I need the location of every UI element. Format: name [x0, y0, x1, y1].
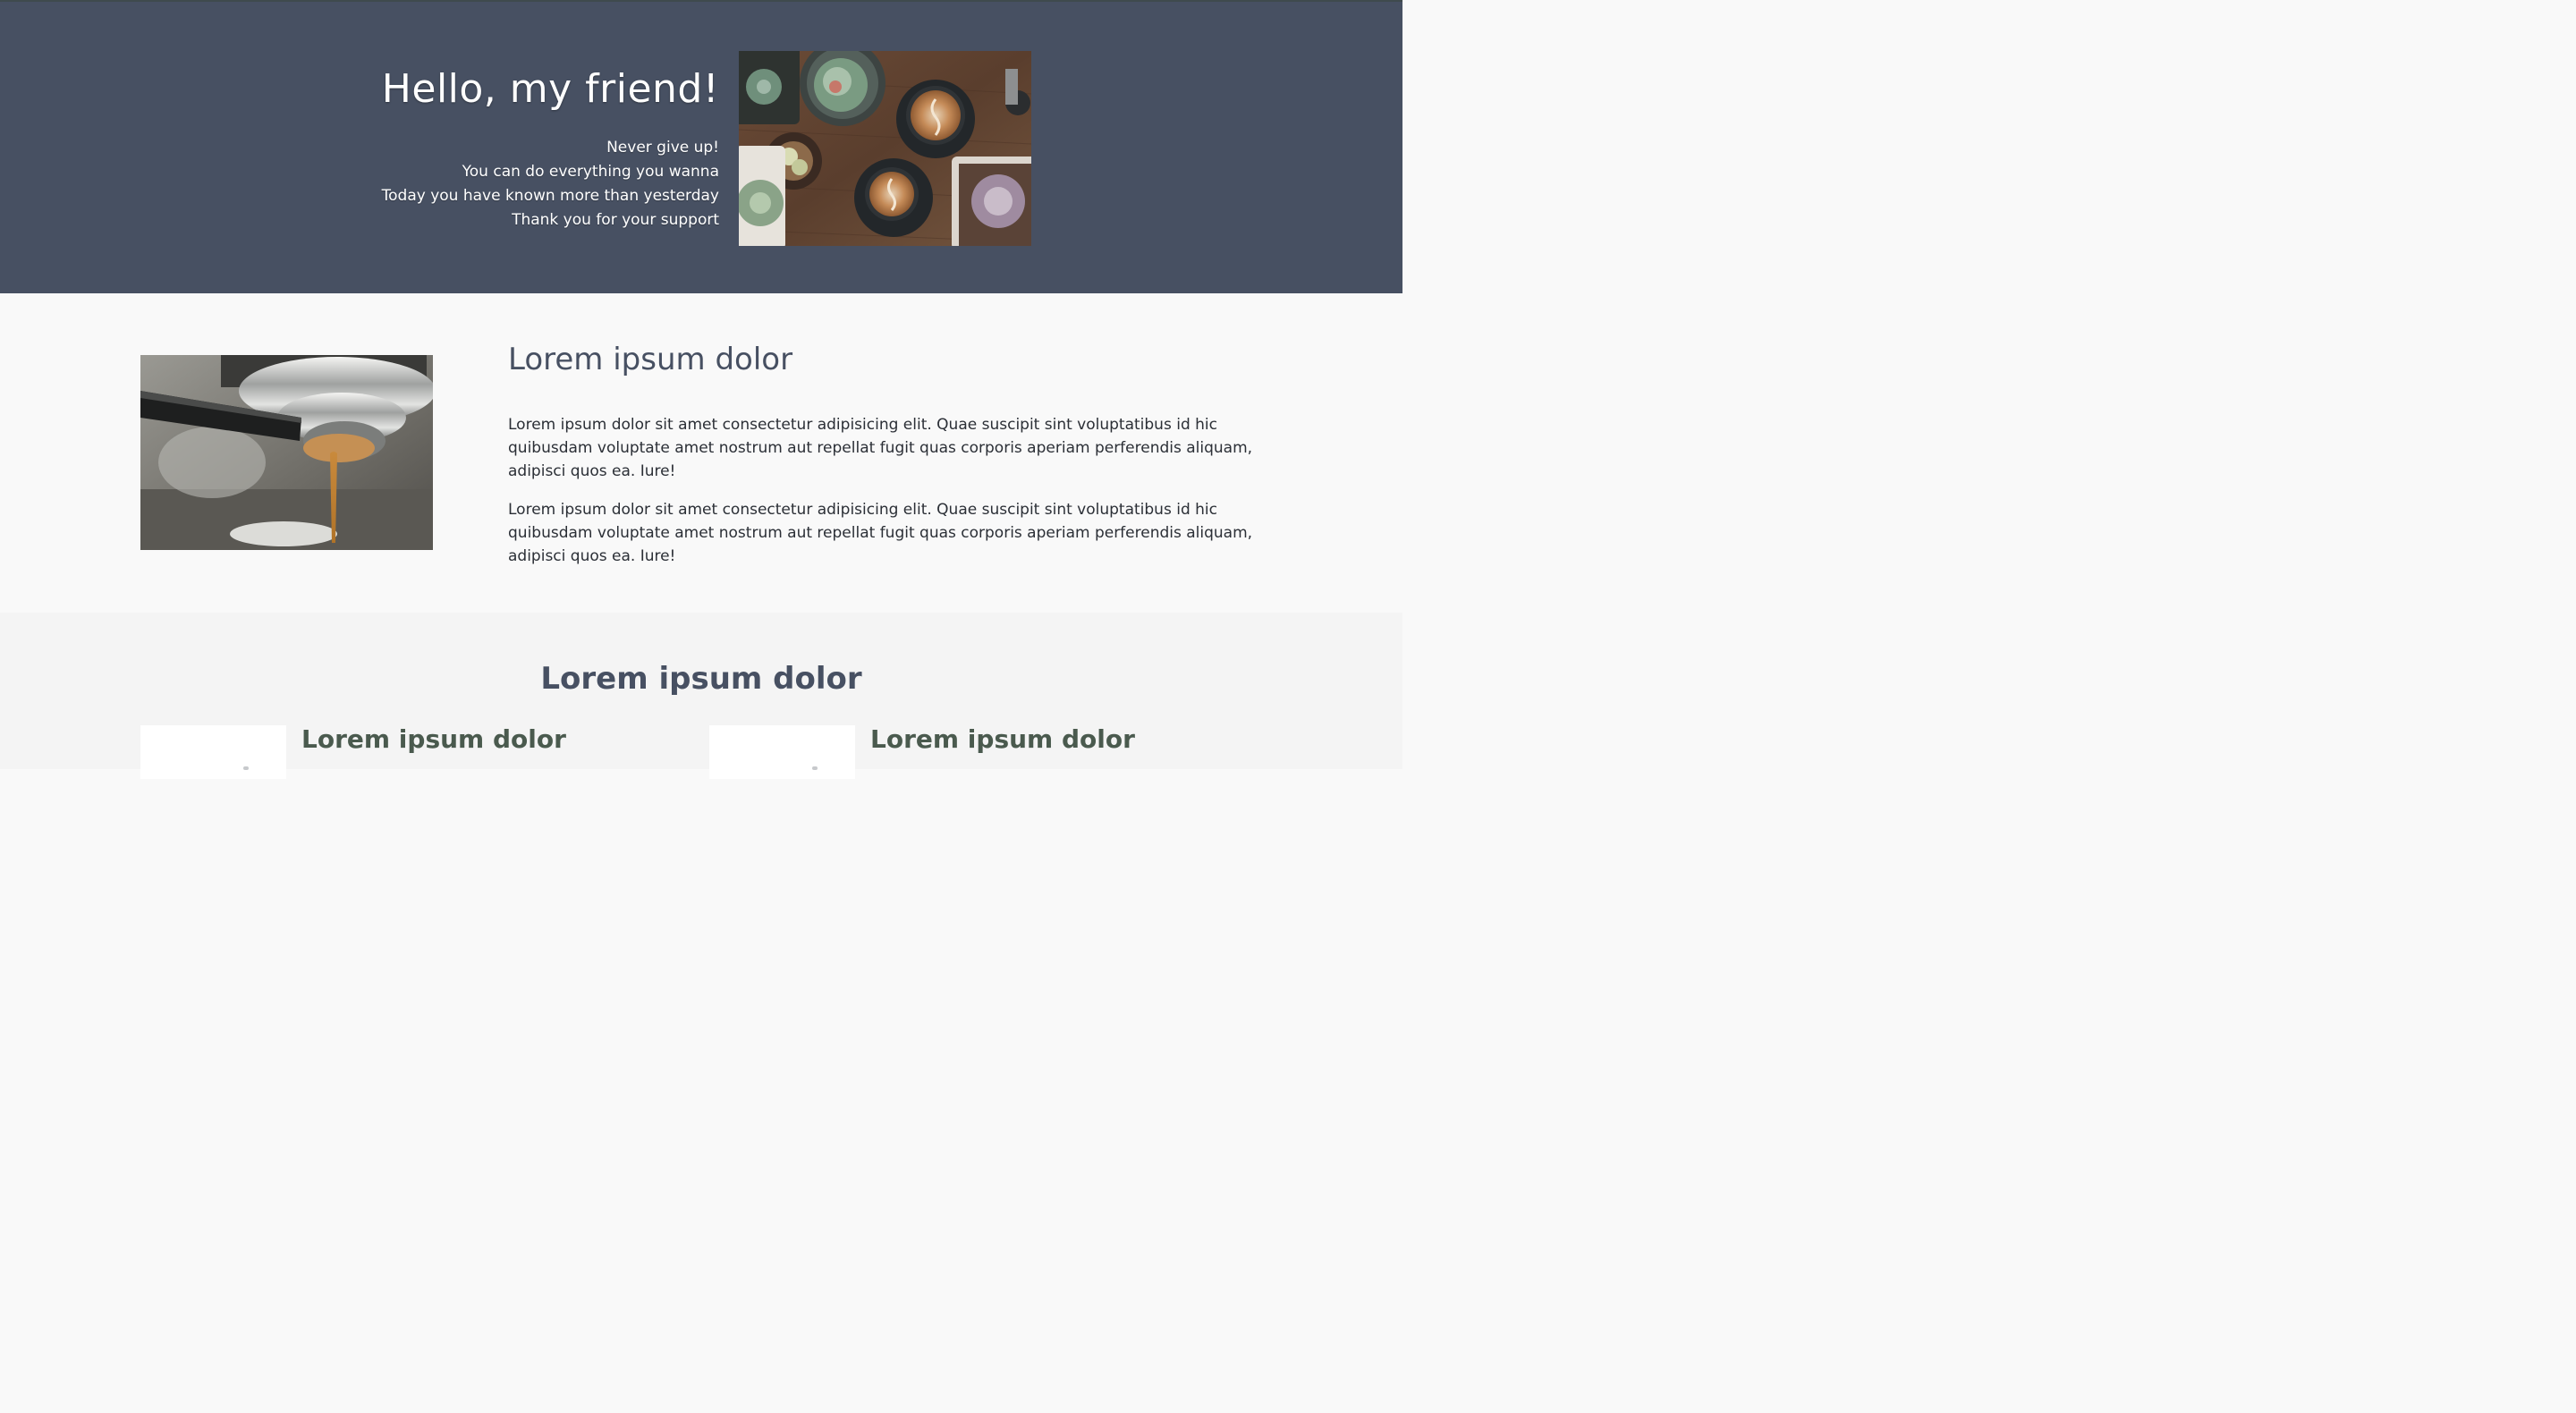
hero-section: Hello, my friend! Never give up! You can…: [0, 0, 1402, 293]
coffee-table-photo: [739, 51, 1031, 246]
services-title: Lorem ipsum dolor: [540, 661, 862, 697]
about-paragraph: Lorem ipsum dolor sit amet consectetur a…: [508, 416, 1253, 480]
service-card-image: [709, 725, 855, 779]
about-title: Lorem ipsum dolor: [508, 342, 793, 377]
service-card-title: Lorem ipsum dolor: [870, 724, 1135, 754]
hero-line: Thank you for your support: [512, 211, 719, 229]
service-card-image: [140, 725, 286, 779]
hero-lines: Never give up! You can do everything you…: [340, 136, 719, 233]
hero-line: Never give up!: [606, 139, 719, 157]
about-text: Lorem ipsum dolor Lorem ipsum dolor sit …: [508, 340, 1259, 568]
about-paragraph: Lorem ipsum dolor sit amet consectetur a…: [508, 501, 1253, 565]
espresso-machine-photo: [140, 355, 433, 550]
image-placeholder-icon: [243, 766, 249, 770]
hero-title: Hello, my friend!: [381, 66, 719, 112]
hero-text: Hello, my friend! Never give up! You can…: [340, 64, 719, 233]
image-placeholder-icon: [812, 766, 818, 770]
about-section: Lorem ipsum dolor Lorem ipsum dolor sit …: [0, 293, 1402, 613]
hero-line: You can do everything you wanna: [462, 163, 719, 181]
services-section: Lorem ipsum dolor Lorem ipsum dolor Lore…: [0, 613, 1402, 779]
service-card-title: Lorem ipsum dolor: [301, 724, 566, 754]
hero-line: Today you have known more than yesterday: [381, 187, 719, 205]
